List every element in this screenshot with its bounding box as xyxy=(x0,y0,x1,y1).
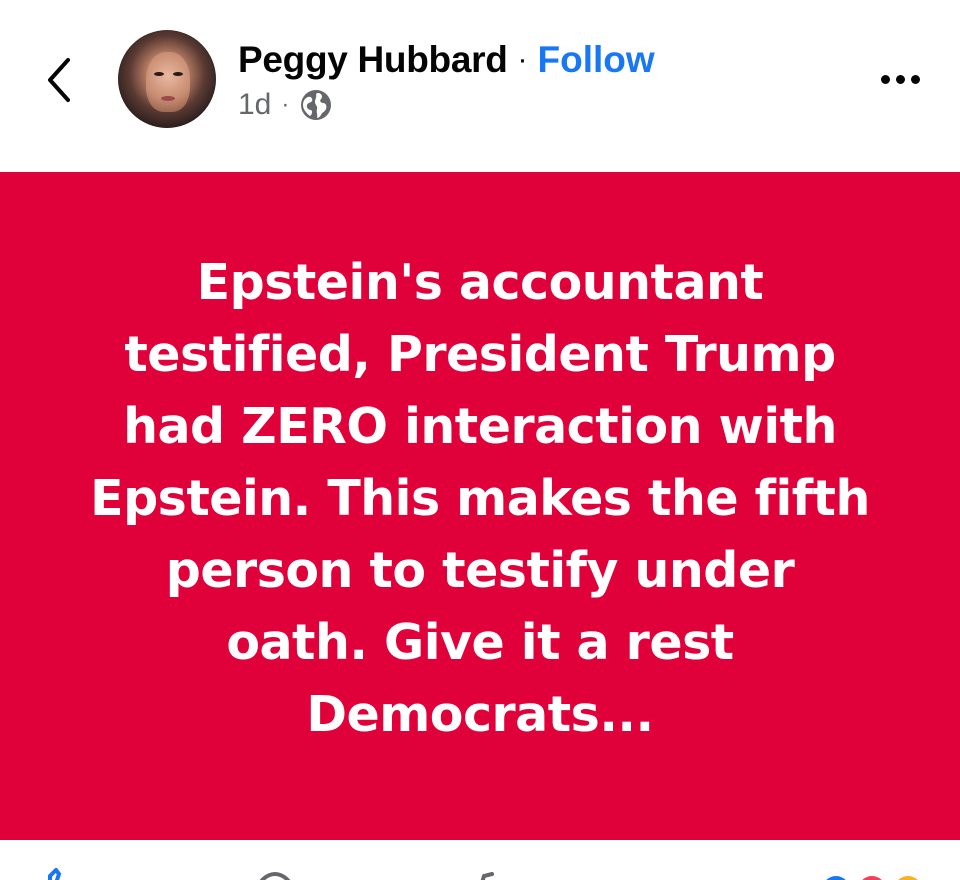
reactions-icon[interactable] xyxy=(814,868,924,880)
avatar-eye xyxy=(154,72,164,76)
post-text: Epstein's accountant testified, Presiden… xyxy=(50,247,910,751)
timestamp[interactable]: 1d xyxy=(238,88,271,122)
post-text-line: oath. Give it a rest xyxy=(226,614,734,671)
avatar-face xyxy=(146,52,190,112)
more-horizontal-icon xyxy=(895,74,905,84)
post-text-line: had ZERO interaction with xyxy=(123,398,837,455)
post-actions-bar xyxy=(0,840,960,880)
avatar-lips xyxy=(161,96,175,101)
name-separator: · xyxy=(517,43,528,76)
post-text-line: Epstein's accountant xyxy=(196,254,764,311)
follow-button[interactable]: Follow xyxy=(538,39,655,81)
avatar[interactable] xyxy=(118,30,216,128)
globe-icon xyxy=(301,90,332,120)
more-options-button[interactable] xyxy=(870,62,930,96)
back-button[interactable] xyxy=(34,50,84,110)
share-icon[interactable] xyxy=(470,868,500,880)
post-text-line: person to testify under xyxy=(165,542,795,599)
post-text-line: testified, President Trump xyxy=(124,326,836,383)
chevron-left-icon xyxy=(48,58,70,102)
post-header: Peggy Hubbard · Follow 1d · xyxy=(0,0,960,172)
post-text-line: Democrats... xyxy=(306,686,654,743)
more-horizontal-icon xyxy=(880,74,890,84)
post-text-background: Epstein's accountant testified, Presiden… xyxy=(0,172,960,840)
like-icon[interactable] xyxy=(38,868,74,880)
avatar-eye xyxy=(173,72,183,76)
more-horizontal-icon xyxy=(910,74,920,84)
author-name[interactable]: Peggy Hubbard xyxy=(238,39,508,81)
post-text-line: Epstein. This makes the fifth xyxy=(90,470,870,527)
meta-separator: · xyxy=(281,91,290,118)
post-meta: 1d · xyxy=(238,86,333,124)
author-line: Peggy Hubbard · Follow xyxy=(238,38,655,82)
comment-icon[interactable] xyxy=(252,868,298,880)
